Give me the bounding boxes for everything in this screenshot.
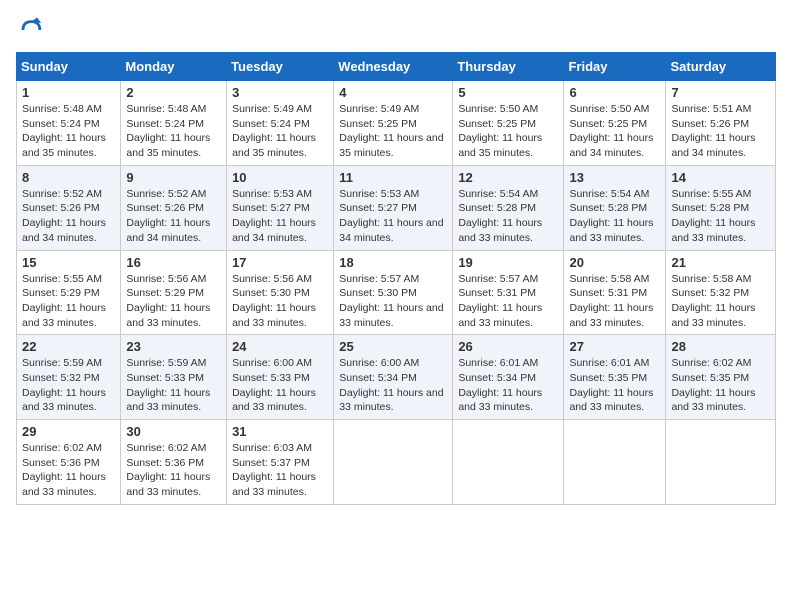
col-header-sunday: Sunday [17, 53, 121, 81]
calendar-cell: 17Sunrise: 5:56 AMSunset: 5:30 PMDayligh… [227, 250, 334, 335]
calendar-cell: 31Sunrise: 6:03 AMSunset: 5:37 PMDayligh… [227, 420, 334, 505]
calendar-cell: 9Sunrise: 5:52 AMSunset: 5:26 PMDaylight… [121, 165, 227, 250]
calendar-cell [334, 420, 453, 505]
calendar-cell: 12Sunrise: 5:54 AMSunset: 5:28 PMDayligh… [453, 165, 564, 250]
calendar-cell: 26Sunrise: 6:01 AMSunset: 5:34 PMDayligh… [453, 335, 564, 420]
calendar-cell: 3Sunrise: 5:49 AMSunset: 5:24 PMDaylight… [227, 81, 334, 166]
calendar-cell: 23Sunrise: 5:59 AMSunset: 5:33 PMDayligh… [121, 335, 227, 420]
calendar-cell: 30Sunrise: 6:02 AMSunset: 5:36 PMDayligh… [121, 420, 227, 505]
calendar-week-5: 29Sunrise: 6:02 AMSunset: 5:36 PMDayligh… [17, 420, 776, 505]
calendar-cell: 7Sunrise: 5:51 AMSunset: 5:26 PMDaylight… [666, 81, 776, 166]
calendar-cell: 25Sunrise: 6:00 AMSunset: 5:34 PMDayligh… [334, 335, 453, 420]
calendar-cell [666, 420, 776, 505]
calendar-cell: 1Sunrise: 5:48 AMSunset: 5:24 PMDaylight… [17, 81, 121, 166]
logo-icon [16, 16, 44, 44]
calendar-cell: 20Sunrise: 5:58 AMSunset: 5:31 PMDayligh… [564, 250, 666, 335]
calendar-cell [453, 420, 564, 505]
calendar-cell [564, 420, 666, 505]
logo [16, 16, 48, 44]
calendar-cell: 10Sunrise: 5:53 AMSunset: 5:27 PMDayligh… [227, 165, 334, 250]
calendar-cell: 19Sunrise: 5:57 AMSunset: 5:31 PMDayligh… [453, 250, 564, 335]
calendar-cell: 22Sunrise: 5:59 AMSunset: 5:32 PMDayligh… [17, 335, 121, 420]
calendar-cell: 27Sunrise: 6:01 AMSunset: 5:35 PMDayligh… [564, 335, 666, 420]
calendar-cell: 8Sunrise: 5:52 AMSunset: 5:26 PMDaylight… [17, 165, 121, 250]
col-header-thursday: Thursday [453, 53, 564, 81]
col-header-wednesday: Wednesday [334, 53, 453, 81]
calendar-cell: 6Sunrise: 5:50 AMSunset: 5:25 PMDaylight… [564, 81, 666, 166]
calendar-cell: 2Sunrise: 5:48 AMSunset: 5:24 PMDaylight… [121, 81, 227, 166]
calendar-table: SundayMondayTuesdayWednesdayThursdayFrid… [16, 52, 776, 505]
calendar-cell: 29Sunrise: 6:02 AMSunset: 5:36 PMDayligh… [17, 420, 121, 505]
header-row: SundayMondayTuesdayWednesdayThursdayFrid… [17, 53, 776, 81]
calendar-cell: 5Sunrise: 5:50 AMSunset: 5:25 PMDaylight… [453, 81, 564, 166]
col-header-saturday: Saturday [666, 53, 776, 81]
calendar-week-4: 22Sunrise: 5:59 AMSunset: 5:32 PMDayligh… [17, 335, 776, 420]
calendar-cell: 13Sunrise: 5:54 AMSunset: 5:28 PMDayligh… [564, 165, 666, 250]
calendar-cell: 16Sunrise: 5:56 AMSunset: 5:29 PMDayligh… [121, 250, 227, 335]
calendar-cell: 24Sunrise: 6:00 AMSunset: 5:33 PMDayligh… [227, 335, 334, 420]
col-header-tuesday: Tuesday [227, 53, 334, 81]
calendar-cell: 28Sunrise: 6:02 AMSunset: 5:35 PMDayligh… [666, 335, 776, 420]
col-header-monday: Monday [121, 53, 227, 81]
calendar-cell: 14Sunrise: 5:55 AMSunset: 5:28 PMDayligh… [666, 165, 776, 250]
calendar-cell: 21Sunrise: 5:58 AMSunset: 5:32 PMDayligh… [666, 250, 776, 335]
calendar-week-1: 1Sunrise: 5:48 AMSunset: 5:24 PMDaylight… [17, 81, 776, 166]
page-header [16, 16, 776, 44]
calendar-week-3: 15Sunrise: 5:55 AMSunset: 5:29 PMDayligh… [17, 250, 776, 335]
calendar-cell: 4Sunrise: 5:49 AMSunset: 5:25 PMDaylight… [334, 81, 453, 166]
calendar-cell: 11Sunrise: 5:53 AMSunset: 5:27 PMDayligh… [334, 165, 453, 250]
calendar-week-2: 8Sunrise: 5:52 AMSunset: 5:26 PMDaylight… [17, 165, 776, 250]
calendar-cell: 18Sunrise: 5:57 AMSunset: 5:30 PMDayligh… [334, 250, 453, 335]
col-header-friday: Friday [564, 53, 666, 81]
calendar-cell: 15Sunrise: 5:55 AMSunset: 5:29 PMDayligh… [17, 250, 121, 335]
